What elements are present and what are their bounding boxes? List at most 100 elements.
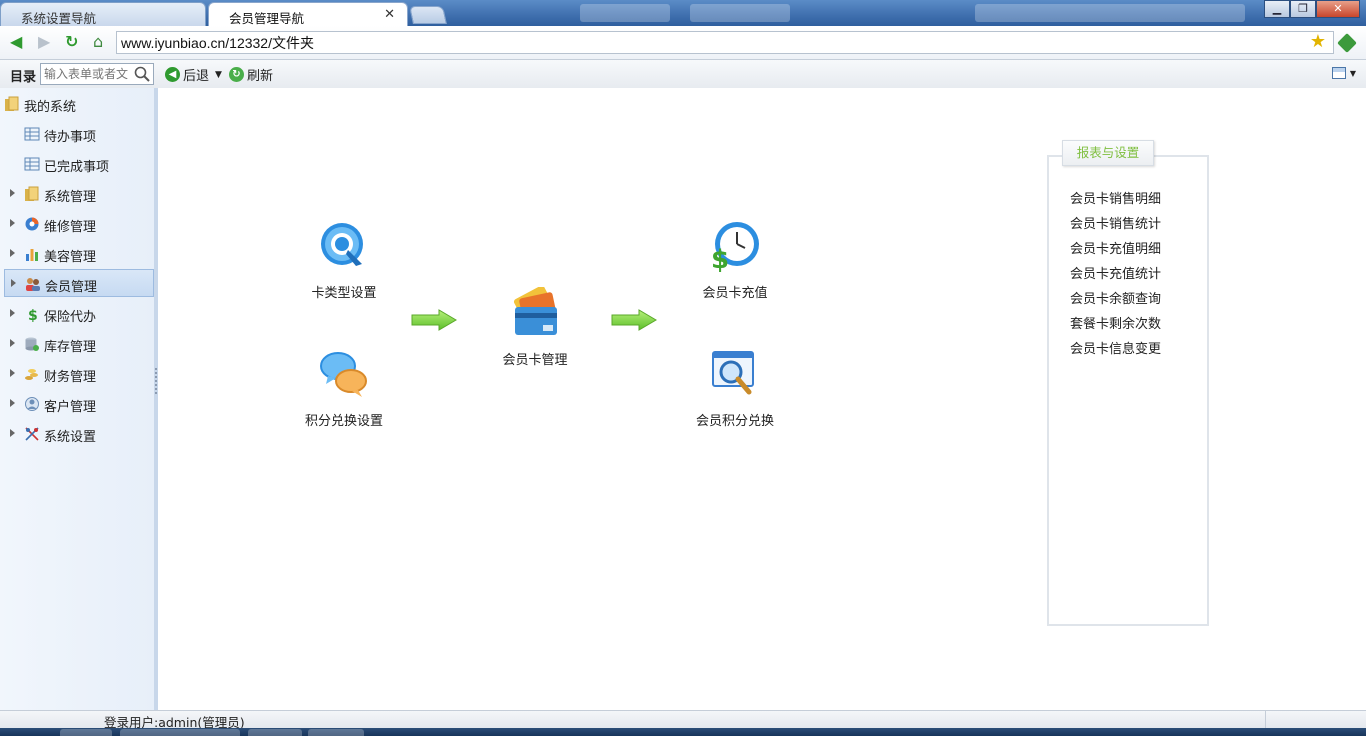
search-icon[interactable] [133,65,151,83]
back-label: 后退 [183,69,210,84]
sidebar-item-system-management[interactable]: 系统管理 [0,180,154,208]
toolbar: 目录 ◀ 后退 ▼ ↻ 刷新 ▼ [0,60,1366,88]
report-link-recharge-stats[interactable]: 会员卡充值统计 [1070,263,1161,282]
blurred-region [690,4,790,22]
sidebar-item-beauty-management[interactable]: 美容管理 [0,240,154,268]
folder-icon [5,96,19,111]
report-link-balance-query[interactable]: 会员卡余额查询 [1070,288,1161,307]
node-label: 会员卡管理 [502,353,568,368]
report-link-card-sales-detail[interactable]: 会员卡销售明细 [1070,188,1161,207]
report-link-recharge-detail[interactable]: 会员卡充值明细 [1070,238,1161,257]
settings-icon [25,427,39,441]
sidebar-item-label: 会员管理 [45,280,98,295]
new-tab-button[interactable] [409,6,447,24]
window-controls: ▁ ❐ ✕ [1264,0,1360,18]
sidebar-item-done[interactable]: 已完成事项 [0,150,154,178]
member-card-recharge-node[interactable]: $ 会员卡充值 [690,220,780,301]
sidebar-item-todo[interactable]: 待办事项 [0,120,154,148]
address-bar: ◀ ▶ ↻ ⌂ ★ [0,26,1366,60]
expand-arrow-icon[interactable] [10,399,15,407]
extension-icon[interactable] [1337,33,1357,53]
sidebar-item-finance[interactable]: 财务管理 [0,360,154,388]
sidebar-splitter[interactable] [155,368,157,394]
member-card-management-node[interactable]: 会员卡管理 [490,285,580,368]
card-type-icon [321,223,363,266]
refresh-button[interactable]: ↻ 刷新 [229,65,273,84]
coins-icon [25,369,38,380]
sidebar-item-label: 系统管理 [44,190,97,205]
expand-arrow-icon[interactable] [10,219,15,227]
tab-label: 系统设置导航 [21,11,97,26]
dollar-icon: $ [28,308,38,322]
maximize-button[interactable]: ❐ [1290,0,1316,18]
os-taskbar [0,728,1366,736]
sidebar-item-label: 系统设置 [44,430,97,445]
taskbar-button[interactable] [60,729,112,736]
reload-icon[interactable]: ↻ [65,34,78,50]
sidebar-item-member-management[interactable]: 会员管理 [4,269,154,297]
sidebar-item-insurance[interactable]: $ 保险代办 [0,300,154,328]
sidebar-item-label: 库存管理 [44,340,97,355]
folder-icon [25,186,39,201]
tab-member-management-nav[interactable]: 会员管理导航 ✕ [208,2,408,26]
dropdown-caret-icon[interactable]: ▼ [215,70,222,80]
close-window-button[interactable]: ✕ [1316,0,1360,18]
svg-text:$: $ [28,308,38,322]
expand-arrow-icon[interactable] [10,339,15,347]
flow-arrow-right-icon [611,309,657,331]
sidebar-item-my-system[interactable]: 我的系统 [0,90,154,118]
expand-arrow-icon[interactable] [10,429,15,437]
home-icon[interactable]: ⌂ [93,34,103,50]
status-bar: 登录用户:admin(管理员) [0,710,1366,730]
status-divider [1265,711,1266,729]
back-circle-icon: ◀ [165,67,180,82]
magnifier-window-icon [712,351,754,395]
tab-system-settings-nav[interactable]: 系统设置导航 [0,2,206,26]
url-input[interactable] [116,31,1334,54]
expand-arrow-icon[interactable] [11,279,16,287]
expand-arrow-icon[interactable] [10,189,15,197]
expand-arrow-icon[interactable] [10,309,15,317]
close-tab-icon[interactable]: ✕ [384,7,395,22]
forward-arrow-icon[interactable]: ▶ [38,34,50,50]
members-icon [26,278,40,291]
sidebar-item-label: 我的系统 [24,100,77,115]
table-icon [24,157,40,171]
blurred-region [580,4,670,22]
sidebar-item-customer[interactable]: 客户管理 [0,390,154,418]
sidebar-item-repair-management[interactable]: 维修管理 [0,210,154,238]
sidebar-item-label: 客户管理 [44,400,97,415]
sidebar-item-inventory[interactable]: 库存管理 [0,330,154,358]
taskbar-button[interactable] [248,729,302,736]
expand-arrow-icon[interactable] [10,369,15,377]
report-link-card-info-change[interactable]: 会员卡信息变更 [1070,338,1161,357]
credit-card-icon [513,285,557,335]
taskbar-button[interactable] [120,729,240,736]
member-points-exchange-node[interactable]: 会员积分兑换 [683,348,787,429]
customer-icon [25,397,39,411]
report-link-package-remaining[interactable]: 套餐卡剩余次数 [1070,313,1161,332]
database-icon [25,337,39,351]
back-arrow-icon[interactable]: ◀ [10,34,22,50]
points-exchange-setting-node[interactable]: 积分兑换设置 [300,348,388,429]
sidebar-item-system-settings[interactable]: 系统设置 [0,420,154,448]
card-type-setting-node[interactable]: 卡类型设置 [300,220,388,301]
node-label: 卡类型设置 [311,286,377,301]
back-button[interactable]: ◀ 后退 ▼ [165,65,222,84]
sidebar: 我的系统 待办事项 已完成事项 系统管理 维修管理 美容管理 会员管理 $ 保险… [0,88,158,710]
bookmark-star-icon[interactable]: ★ [1310,33,1326,51]
pie-chart-icon [25,217,39,231]
minimize-button[interactable]: ▁ [1264,0,1290,18]
directory-title: 目录 [10,70,37,85]
clock-money-icon: $ [711,222,759,275]
svg-text:$: $ [711,245,729,272]
report-link-card-sales-stats[interactable]: 会员卡销售统计 [1070,213,1161,232]
taskbar-button[interactable] [308,729,364,736]
expand-arrow-icon[interactable] [10,249,15,257]
search-input[interactable] [41,64,131,84]
view-grid-icon [1331,67,1346,79]
node-label: 会员积分兑换 [695,414,774,429]
view-switcher[interactable]: ▼ [1331,67,1356,79]
blurred-region [975,4,1245,22]
sidebar-item-label: 美容管理 [44,250,97,265]
